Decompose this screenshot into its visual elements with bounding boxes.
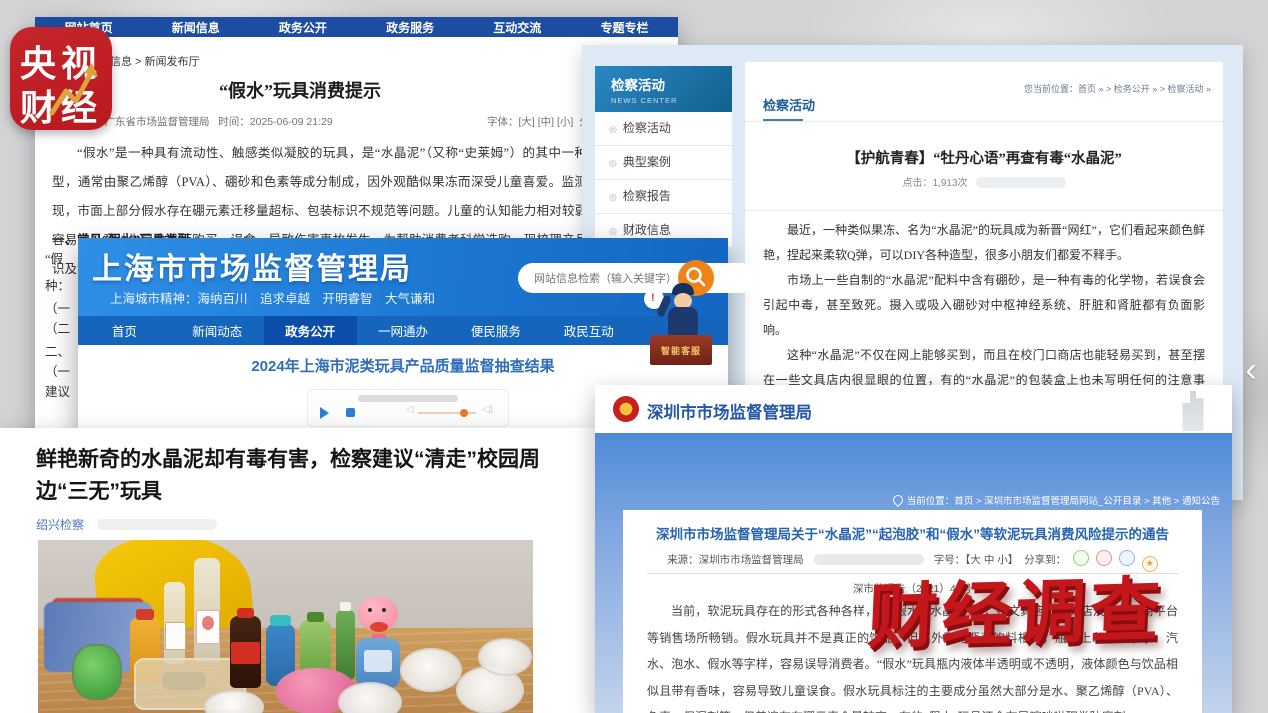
small-green-bottle [336, 610, 355, 680]
nav-item-gov-open[interactable]: 政务公开 [249, 19, 356, 36]
sidebar-item-label: 典型案例 [623, 155, 671, 169]
mascot-label: 智能客服 [650, 344, 712, 357]
sidebar-item-report[interactable]: ◎ 检察报告 [595, 180, 732, 214]
building-icon [1178, 391, 1208, 431]
site-title: 上海市市场监督管理局 [92, 244, 412, 288]
site-banner: 上海市市场监督管理局 上海城市精神：海纳百川 追求卓越 开明睿智 大气谦和 [78, 238, 728, 316]
text-fragment: 建议 [45, 381, 70, 400]
nav-item-onestop[interactable]: 一网通办 [357, 316, 450, 345]
cola-bottle [230, 616, 261, 688]
sidebar-item-cases[interactable]: ◎ 典型案例 [595, 146, 732, 180]
text-fragment: （一 [45, 298, 70, 317]
alert-icon: ! [651, 292, 655, 304]
shenzhen-amr-page: 深圳市市场监督管理局 当前位置：首页 > 深圳市市场监督管理局网站_公开目录 >… [595, 385, 1232, 713]
blurred-meta [97, 519, 217, 530]
meta-source: 来源：深圳市市场监督管理局 [667, 554, 804, 566]
finance-investigation-stamp: 财经调查 [866, 551, 1268, 663]
article-title: 鲜艳新奇的水晶泥却有毒有害，检察建议“清走”校园周边“三无”玩具 [36, 444, 581, 508]
cctv-finance-logo: 央视 财经 [10, 27, 112, 130]
speaker-icon[interactable]: ◁) [482, 404, 493, 415]
text-fragment: （二 [45, 318, 70, 337]
hit-count: 点击：1,913次 [745, 174, 1223, 189]
slime-tub [478, 638, 532, 676]
sidebar-item-label: 检察报告 [623, 189, 671, 203]
divider [745, 210, 1223, 211]
text-fragment: “假 [45, 248, 63, 267]
nav-item-services[interactable]: 便民服务 [449, 316, 542, 345]
sidebar-title: 检察活动 [611, 74, 732, 94]
mascot-body [668, 307, 698, 337]
bureau-emblem-icon [613, 396, 639, 422]
meta-time: 时间：2025-06-09 21:29 [218, 116, 332, 128]
sidebar: 检察活动 NEWS CENTER ◎ 检察活动 ◎ 典型案例 ◎ 检察报告 ◎ 财政信息 [595, 66, 732, 248]
mascot-desk: 智能客服 [650, 335, 712, 365]
text-fragment: （一 [45, 361, 70, 380]
volume-handle[interactable] [460, 409, 468, 417]
article-source: 绍兴检察 [36, 516, 217, 533]
audio-title-blur [358, 395, 458, 402]
nav-item-news[interactable]: 新闻动态 [171, 316, 264, 345]
trend-arrow-icon [48, 61, 98, 121]
search-box [518, 263, 756, 293]
duck-beak [370, 622, 388, 632]
site-motto: 上海城市精神：海纳百川 追求卓越 开明睿智 大气谦和 [110, 288, 435, 307]
stop-icon[interactable] [346, 408, 355, 417]
slime-tub [400, 648, 462, 692]
article-title: 2024年上海市泥类玩具产品质量监督抽查结果 [78, 355, 728, 376]
bullet-icon: ◎ [609, 124, 617, 134]
sidebar-header: 检察活动 NEWS CENTER [595, 66, 732, 112]
site-header: 深圳市市场监督管理局 [595, 385, 1232, 433]
sidebar-subtitle: NEWS CENTER [611, 96, 732, 105]
hit-count-text: 点击：1,913次 [902, 178, 967, 189]
bullet-icon: ◎ [609, 226, 617, 236]
top-nav-bar: 网站首页 新闻信息 政务公开 政务服务 互动交流 专题专栏 [35, 17, 678, 37]
sidebar-item-label: 财政信息 [623, 223, 671, 237]
sidebar-item-label: 检察活动 [623, 121, 671, 135]
site-title: 深圳市市场监督管理局 [647, 399, 812, 423]
notice-title: 深圳市市场监督管理局关于“水晶泥”“起泡胶”和“假水”等软泥玩具消费风险提示的通… [623, 523, 1202, 543]
font-size-switch[interactable]: 字体：[大] [中] [小] [487, 116, 573, 128]
play-icon[interactable] [320, 407, 329, 419]
divider [745, 121, 1223, 122]
text-fragment: 种： [45, 275, 70, 294]
blurred-meta [976, 177, 1066, 188]
service-mascot[interactable]: ! 智能客服 [644, 283, 714, 375]
duck-body [356, 638, 400, 688]
chevron-left-icon[interactable]: ‹ [1238, 348, 1264, 394]
bullet-icon: ◎ [609, 158, 617, 168]
mute-icon[interactable]: ◁ [406, 404, 414, 415]
text-fragment: 二、 [45, 341, 70, 360]
paragraph: 最近，一种类似果冻、名为“水晶泥”的玩具成为新晋“网红”，它们看起来颜色鲜艳，捏… [763, 218, 1205, 268]
clear-bottle [164, 582, 185, 664]
tab-activity[interactable]: 检察活动 [763, 95, 815, 114]
breadcrumb[interactable]: 您当前位置：首页 » > 检务公开 » > 检察活动 » [1024, 82, 1211, 95]
nav-item-home[interactable]: 首页 [78, 316, 171, 345]
nav-item-interaction[interactable]: 政民互动 [542, 316, 635, 345]
bullet-icon: ◎ [609, 192, 617, 202]
sidebar-item-activity[interactable]: ◎ 检察活动 [595, 112, 732, 146]
nav-item-special[interactable]: 专题专栏 [571, 19, 678, 36]
breadcrumb[interactable]: 当前位置：首页 > 深圳市市场监督管理局网站_公开目录 > 其他 > 通知公告 [893, 493, 1220, 507]
source-name[interactable]: 绍兴检察 [36, 518, 84, 532]
site-nav-bar: 首页 新闻动态 政务公开 一网通办 便民服务 政民互动 专题 [78, 316, 728, 345]
nav-item-interaction[interactable]: 互动交流 [464, 19, 571, 36]
article-title: 【护航青春】“牡丹心语”再查有毒“水晶泥” [745, 147, 1223, 168]
duck-eye [382, 608, 386, 612]
green-slime-jar [72, 644, 122, 700]
toys-photo [38, 540, 533, 713]
location-pin-icon [891, 493, 905, 507]
volume-slider[interactable] [418, 412, 476, 414]
nav-item-gov-service[interactable]: 政务服务 [357, 19, 464, 36]
article-title: “假水”玩具消费提示 [65, 77, 535, 103]
paragraph: 市场上一些自制的“水晶泥”配料中含有硼砂，是一种有毒的化学物，若误食会引起中毒，… [763, 268, 1205, 343]
shaoxing-article-page: 鲜艳新奇的水晶泥却有毒有害，检察建议“清走”校园周边“三无”玩具 绍兴检察 [0, 428, 600, 713]
nav-item-gov-open-active[interactable]: 政务公开 [264, 316, 357, 345]
clear-bottle [194, 558, 220, 662]
screenshot-stage: 网站首页 新闻信息 政务公开 政务服务 互动交流 专题专栏 新闻信息 > 新闻发… [0, 0, 1268, 713]
nav-item-news[interactable]: 新闻信息 [142, 19, 249, 36]
duck-eye [368, 608, 372, 612]
audio-player: ◁ ◁) [307, 389, 509, 427]
breadcrumb-text: 当前位置：首页 > 深圳市市场监督管理局网站_公开目录 > 其他 > 通知公告 [907, 496, 1220, 507]
